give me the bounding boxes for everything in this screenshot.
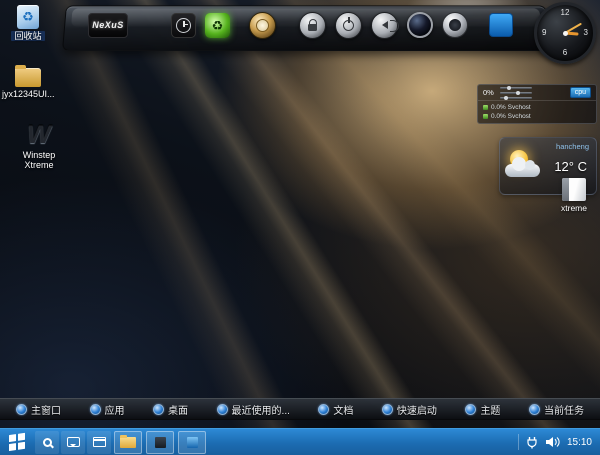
folder-label: jyx12345UI... xyxy=(2,89,54,99)
tab-orb-icon xyxy=(16,404,27,415)
shutter-ring-icon[interactable] xyxy=(442,12,468,38)
process-icon xyxy=(483,114,488,119)
process-icon xyxy=(483,105,488,110)
recycle-bin-desktop-icon[interactable]: ♻ 回收站 xyxy=(6,5,50,41)
volume-tray-icon[interactable] xyxy=(545,436,560,448)
cpu-sliders[interactable] xyxy=(500,87,532,99)
speaker-icon xyxy=(378,21,388,29)
winstep-logo-icon: W xyxy=(14,122,64,148)
taskbar-item[interactable] xyxy=(178,431,206,454)
folder-icon xyxy=(15,68,41,87)
green-recycle-icon[interactable]: ♻ xyxy=(205,13,230,38)
jyx-folder-desktop-icon[interactable]: jyx12345UI... xyxy=(2,68,54,99)
clock-number-6: 6 xyxy=(563,49,567,57)
taskbar-item[interactable] xyxy=(146,431,174,454)
clock-number-9: 9 xyxy=(542,29,546,37)
cpu-percent: 0% xyxy=(483,88,494,97)
process-label: 0.0% Svchost xyxy=(491,112,531,121)
cpu-badge: cpu xyxy=(570,87,591,98)
tab-orb-icon xyxy=(465,404,476,415)
tab-orb-icon xyxy=(217,404,228,415)
wallpaper-light-beams xyxy=(0,0,600,455)
clock-number-12: 12 xyxy=(561,9,570,17)
cpu-meter-widget[interactable]: 0% cpu 0.0% Svchost 0.0% Svchost xyxy=(477,84,597,124)
process-row[interactable]: 0.0% Svchost xyxy=(483,112,591,121)
winstep-label: Winstep Xtreme xyxy=(14,150,64,170)
clock-number-3: 3 xyxy=(584,29,588,37)
power-plug-tray-icon[interactable] xyxy=(526,436,538,449)
tab-quick-launch[interactable]: 快速启动 xyxy=(382,402,437,417)
dock-tab-bar: 主窗口 应用 桌面 最近使用的... 文档 快速启动 主题 当前任务 xyxy=(0,398,600,420)
tab-orb-icon xyxy=(90,404,101,415)
cpu-meter-header: 0% cpu xyxy=(478,85,596,101)
file-explorer-taskbar-item[interactable] xyxy=(114,431,142,454)
cpu-process-list: 0.0% Svchost 0.0% Svchost xyxy=(478,101,596,121)
process-row[interactable]: 0.0% Svchost xyxy=(483,103,591,112)
xtreme-label: xtreme xyxy=(552,203,596,213)
tab-desktop[interactable]: 桌面 xyxy=(153,402,188,417)
xtreme-folder-icon xyxy=(562,178,586,201)
ornate-clock-icon[interactable] xyxy=(249,12,276,39)
windows-logo-icon[interactable] xyxy=(137,11,162,39)
process-label: 0.0% Svchost xyxy=(491,103,531,112)
lock-icon xyxy=(308,24,317,31)
taskbar-clock[interactable]: 15:10 xyxy=(567,437,592,448)
lock-button[interactable] xyxy=(299,12,326,39)
desktop: NeXuS ♻ 12 3 6 9 xyxy=(0,0,600,455)
weather-city: hancheng xyxy=(556,142,589,151)
folder-icon xyxy=(120,437,136,448)
camera-lens-icon[interactable] xyxy=(407,12,433,38)
recycle-bin-label: 回收站 xyxy=(6,31,50,41)
recycle-bin-icon: ♻ xyxy=(17,5,39,29)
tab-recent[interactable]: 最近使用的... xyxy=(217,402,290,417)
window-icon xyxy=(93,437,106,447)
search-button[interactable] xyxy=(35,431,59,454)
chat-icon xyxy=(67,437,80,447)
blue-tiles-icon[interactable] xyxy=(489,13,513,37)
system-tray: 15:10 xyxy=(510,429,600,455)
tab-themes[interactable]: 主题 xyxy=(465,402,500,417)
tab-orb-icon xyxy=(153,404,164,415)
tab-documents[interactable]: 文档 xyxy=(318,402,353,417)
windows-start-icon xyxy=(9,433,25,451)
clock-center-dot xyxy=(563,31,568,36)
app-icon xyxy=(155,437,166,448)
power-icon xyxy=(343,20,354,31)
nexus-logo[interactable]: NeXuS xyxy=(88,13,128,38)
power-button[interactable] xyxy=(335,12,362,39)
tab-apps[interactable]: 应用 xyxy=(90,402,125,417)
app-icon xyxy=(187,437,198,448)
clock-face: 12 3 6 9 xyxy=(534,2,596,64)
cloud-icon xyxy=(505,164,540,177)
tray-divider xyxy=(518,434,519,450)
windows-taskbar: 15:10 xyxy=(0,428,600,455)
dock-icons: NeXuS ♻ xyxy=(88,9,513,41)
tab-orb-icon xyxy=(382,404,393,415)
tab-current-tasks[interactable]: 当前任务 xyxy=(529,402,584,417)
analog-clock-widget[interactable]: 12 3 6 9 xyxy=(534,2,596,64)
tab-orb-icon xyxy=(318,404,329,415)
tab-orb-icon xyxy=(529,404,540,415)
speaker-button[interactable] xyxy=(371,12,398,39)
search-icon xyxy=(43,438,52,447)
weather-temperature: 12° C xyxy=(554,159,587,174)
nexus-logo-text: NeXuS xyxy=(92,20,124,30)
start-button[interactable] xyxy=(0,429,34,455)
window-switcher-button[interactable] xyxy=(87,431,111,454)
chat-button[interactable] xyxy=(61,431,85,454)
nexus-dock: NeXuS ♻ xyxy=(62,4,550,51)
clock-dock-icon[interactable] xyxy=(171,13,196,38)
recycle-glyph: ♻ xyxy=(212,19,224,32)
xtreme-desktop-icon[interactable]: xtreme xyxy=(552,178,596,213)
winstep-xtreme-desktop-icon[interactable]: W Winstep Xtreme xyxy=(14,122,64,170)
tab-main-window[interactable]: 主窗口 xyxy=(16,402,61,417)
